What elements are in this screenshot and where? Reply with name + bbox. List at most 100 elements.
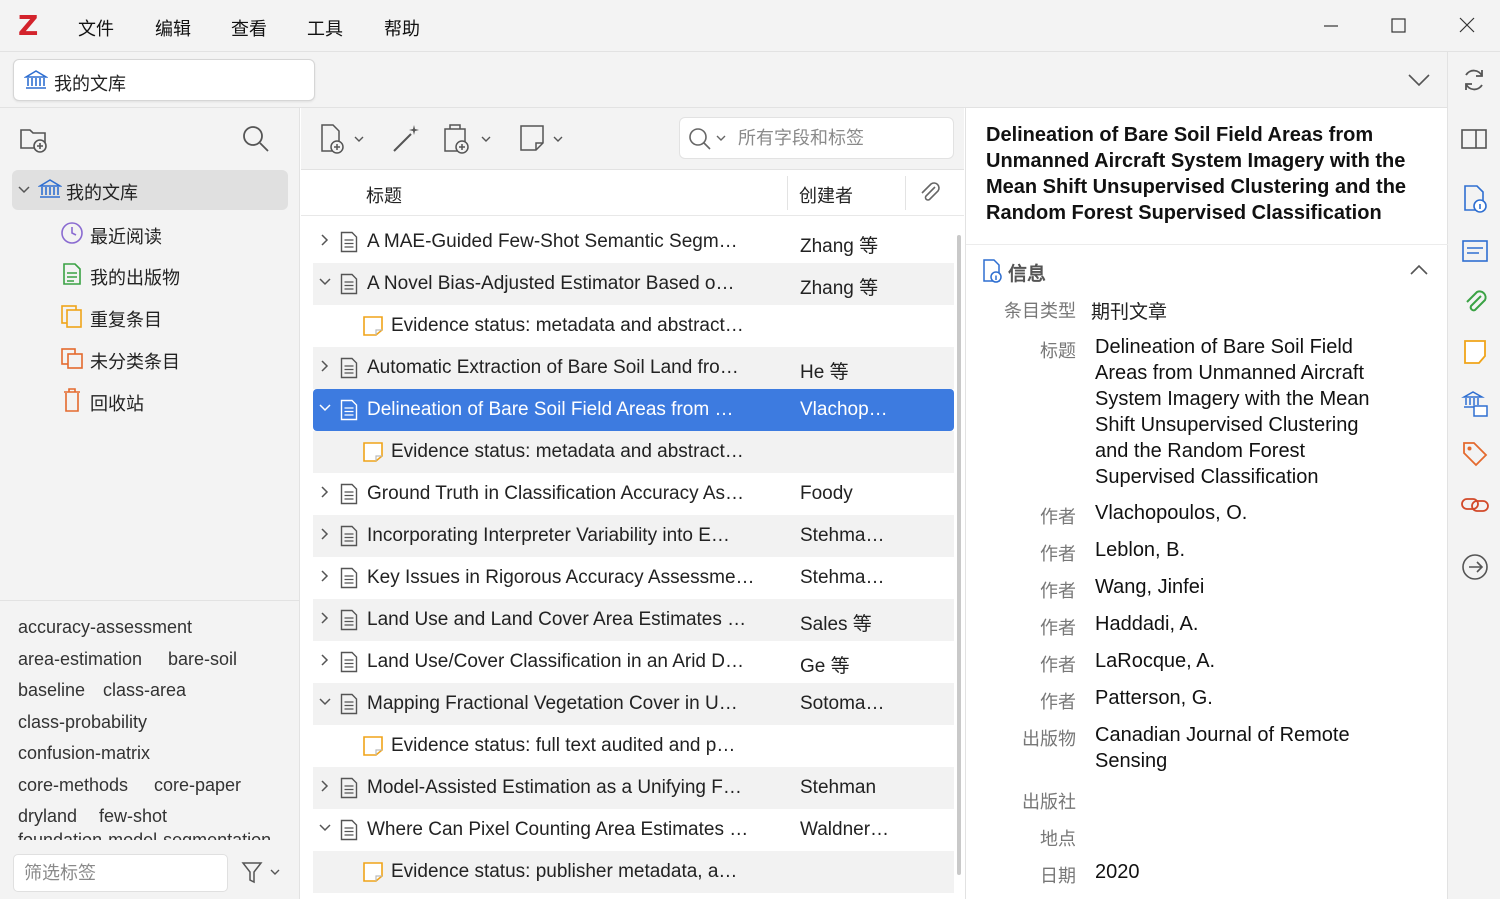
item-creator: Sales 等 [800, 614, 872, 635]
tag[interactable]: foundation-model-segmentation [18, 830, 271, 840]
chevron-right-icon[interactable] [318, 233, 332, 247]
tag[interactable]: class-probability [18, 712, 147, 733]
attachment-column-icon[interactable] [918, 181, 942, 205]
sync-icon[interactable] [1460, 66, 1488, 94]
collection-recent[interactable]: 最近阅读 [0, 213, 300, 253]
maximize-button[interactable] [1383, 12, 1413, 40]
tag[interactable]: core-methods [18, 775, 128, 796]
menu-file[interactable]: 文件 [78, 15, 114, 41]
column-divider[interactable] [905, 176, 906, 210]
chevron-right-icon[interactable] [318, 653, 332, 667]
toggle-pane-icon[interactable] [1460, 126, 1488, 152]
column-divider[interactable] [787, 176, 788, 210]
info-section-icon[interactable] [1462, 184, 1488, 214]
chevron-down-icon[interactable] [318, 821, 332, 835]
collection-my-publications[interactable]: 我的出版物 [0, 254, 300, 294]
tab-my-library[interactable]: 我的文库 [13, 59, 315, 101]
journal-article-icon [340, 609, 358, 631]
chevron-down-icon[interactable] [318, 401, 332, 415]
menu-edit[interactable]: 编辑 [155, 15, 191, 41]
tag[interactable]: accuracy-assessment [18, 617, 192, 638]
tag[interactable]: confusion-matrix [18, 743, 150, 764]
note-row[interactable]: Evidence status: metadata and abstract… [313, 431, 954, 473]
filter-icon[interactable] [240, 860, 282, 886]
collection-unfiled[interactable]: 未分类条目 [0, 338, 300, 378]
note-row[interactable]: Evidence status: metadata and abstract… [313, 305, 954, 347]
item-row[interactable]: Key Issues in Rigorous Accuracy Assessme… [313, 557, 954, 599]
item-creator: Zhang 等 [800, 236, 879, 257]
new-collection-icon[interactable] [18, 124, 50, 154]
menu-view[interactable]: 查看 [231, 15, 267, 41]
tag[interactable]: baseline [18, 680, 85, 701]
item-row[interactable]: Where Can Pixel Counting Area Estimates … [313, 809, 954, 851]
menu-tools[interactable]: 工具 [307, 15, 343, 41]
tag[interactable]: area-estimation [18, 649, 142, 670]
magic-wand-icon[interactable] [389, 122, 423, 156]
chevron-down-icon[interactable] [18, 185, 30, 195]
minimize-button[interactable] [1316, 12, 1346, 40]
chevron-up-icon[interactable] [1408, 263, 1430, 277]
field-value-title[interactable]: Delineation of Bare Soil Field Areas fro… [1095, 334, 1395, 490]
menu-help[interactable]: 帮助 [384, 15, 420, 41]
abstract-section-icon[interactable] [1461, 238, 1489, 264]
item-row[interactable]: Model-Assisted Estimation as a Unifying … [313, 767, 954, 809]
item-row[interactable]: Land Use and Land Cover Area Estimates …… [313, 599, 954, 641]
notes-section-icon[interactable] [1462, 338, 1488, 366]
tag[interactable]: core-paper [154, 775, 241, 796]
chevron-right-icon[interactable] [318, 359, 332, 373]
note-title: Evidence status: full text audited and p… [391, 735, 736, 756]
note-row[interactable]: Evidence status: full text audited and p… [313, 725, 954, 767]
search-input[interactable] [738, 128, 943, 149]
chevron-right-icon[interactable] [318, 527, 332, 541]
search-icon[interactable] [688, 127, 734, 151]
collection-my-library[interactable]: 我的文库 [12, 170, 288, 210]
note-row[interactable]: Evidence status: publisher metadata, a… [313, 851, 954, 893]
related-section-icon[interactable] [1460, 492, 1490, 518]
chevron-down-icon[interactable] [318, 275, 332, 289]
chevron-right-icon[interactable] [318, 611, 332, 625]
new-note-icon[interactable] [518, 123, 566, 155]
tag[interactable]: few-shot [99, 806, 167, 827]
field-value-author[interactable]: Wang, Jinfei [1095, 574, 1405, 600]
column-creator[interactable]: 创建者 [799, 182, 853, 208]
search-icon[interactable] [240, 124, 272, 154]
scrollbar[interactable] [957, 235, 961, 875]
field-value-item-type[interactable]: 期刊文章 [1091, 297, 1167, 324]
item-row[interactable]: Land Use/Cover Classification in an Arid… [313, 641, 954, 683]
field-value-author[interactable]: Patterson, G. [1095, 685, 1405, 711]
tag-filter-box[interactable] [13, 854, 228, 892]
collection-trash[interactable]: 回收站 [0, 380, 300, 420]
item-row[interactable]: A Novel Bias-Adjusted Estimator Based o…… [313, 263, 954, 305]
item-row[interactable]: A MAE-Guided Few-Shot Semantic Segm… Zhan… [313, 221, 954, 263]
item-row[interactable]: Automatic Extraction of Bare Soil Land f… [313, 347, 954, 389]
item-row[interactable]: Ground Truth in Classification Accuracy … [313, 473, 954, 515]
item-row[interactable]: Mapping Fractional Vegetation Cover in U… [313, 683, 954, 725]
chevron-right-icon[interactable] [318, 485, 332, 499]
chevron-down-icon[interactable] [318, 695, 332, 709]
field-value-author[interactable]: Vlachopoulos, O. [1095, 500, 1405, 526]
add-attachment-icon[interactable] [442, 123, 494, 155]
field-value-author[interactable]: Haddadi, A. [1095, 611, 1405, 637]
column-title[interactable]: 标题 [366, 182, 402, 208]
chevron-right-icon[interactable] [318, 569, 332, 583]
close-button[interactable] [1452, 12, 1482, 40]
field-value-author[interactable]: LaRocque, A. [1095, 648, 1405, 674]
tag[interactable]: class-area [103, 680, 186, 701]
field-value-publication[interactable]: Canadian Journal of Remote Sensing [1095, 722, 1385, 774]
attachments-section-icon[interactable] [1461, 288, 1489, 316]
field-value-author[interactable]: Leblon, B. [1095, 537, 1405, 563]
tag[interactable]: bare-soil [168, 649, 237, 670]
item-row[interactable]: Incorporating Interpreter Variability in… [313, 515, 954, 557]
tag-filter-input[interactable] [14, 855, 227, 892]
collection-duplicates[interactable]: 重复条目 [0, 296, 300, 336]
tags-section-icon[interactable] [1461, 440, 1489, 468]
field-value-date[interactable]: 2020 [1095, 859, 1405, 885]
chevron-down-icon[interactable] [1405, 70, 1433, 90]
new-item-icon[interactable] [319, 123, 367, 155]
item-row[interactable]: Delineation of Bare Soil Field Areas fro… [313, 389, 954, 431]
chevron-right-icon[interactable] [318, 779, 332, 793]
locate-icon[interactable] [1460, 552, 1490, 582]
items-search[interactable] [679, 117, 954, 159]
tag[interactable]: dryland [18, 806, 77, 827]
libraries-collections-icon[interactable] [1460, 388, 1490, 418]
